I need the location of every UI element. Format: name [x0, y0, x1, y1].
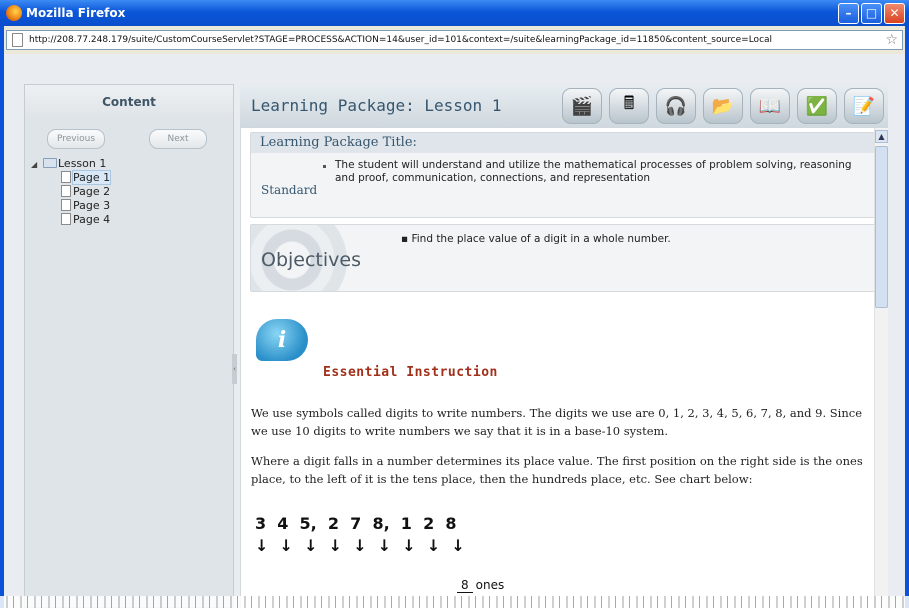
objective-text: Find the place value of a digit in a who… — [411, 233, 671, 245]
address-bar-container: http://208.77.248.179/suite/CustomCourse… — [4, 26, 905, 54]
objective-item: ▪ Find the place value of a digit in a w… — [401, 233, 671, 245]
ones-label: ones — [475, 578, 505, 592]
page-viewport: Content Previous Next ◢ Lesson 1 Page 1 P… — [4, 54, 905, 608]
bookmark-star-icon[interactable]: ☆ — [885, 31, 898, 49]
standard-text: The student will understand and utilize … — [335, 159, 852, 184]
maximize-button[interactable]: □ — [861, 3, 882, 24]
panel-splitter[interactable]: ‹ — [232, 354, 237, 384]
address-bar[interactable]: http://208.77.248.179/suite/CustomCourse… — [6, 30, 903, 50]
info-icon: i — [256, 319, 308, 361]
tree-item-lesson[interactable]: ◢ Lesson 1 — [31, 157, 110, 171]
tree-page-label: Page 2 — [73, 185, 111, 198]
previous-button[interactable]: Previous — [47, 129, 105, 149]
tree-item-page-4[interactable]: Page 4 — [31, 213, 110, 227]
notepad-icon[interactable]: 📝 — [844, 88, 884, 124]
tree-lesson-label: Lesson 1 — [58, 157, 107, 170]
tree-page-label: Page 4 — [73, 213, 111, 226]
bullet-icon — [323, 165, 326, 168]
ones-place-row: 8 ones — [457, 578, 504, 593]
page-doc-icon — [61, 213, 71, 225]
place-value-arrows: ↓ ↓ ↓ ↓ ↓ ↓ ↓ ↓ ↓ — [255, 536, 465, 555]
content-scrollbar[interactable]: ▲ — [874, 128, 888, 608]
calculator-icon[interactable]: 🖩 — [609, 88, 649, 124]
page-icon — [12, 33, 23, 47]
objectives-card: Objectives ▪ Find the place value of a d… — [250, 224, 880, 292]
content-sidebar: Content Previous Next ◢ Lesson 1 Page 1 P… — [24, 84, 234, 608]
standard-text-wrap: The student will understand and utilize … — [323, 159, 863, 185]
instruction-paragraph-2: Where a digit falls in a number determin… — [251, 454, 863, 486]
instruction-paragraph-1: We use symbols called digits to write nu… — [251, 406, 863, 438]
tree-item-page-2[interactable]: Page 2 — [31, 185, 110, 199]
lesson-tree: ◢ Lesson 1 Page 1 Page 2 Page 3 Page 4 — [31, 157, 112, 227]
close-button[interactable]: ✕ — [884, 3, 905, 24]
clapperboard-icon[interactable]: 🎬 — [562, 88, 602, 124]
sidebar-heading: Content — [25, 85, 233, 119]
place-value-number: 3 4 5, 2 7 8, 1 2 8 — [255, 514, 457, 533]
tree-page-label: Page 3 — [73, 199, 111, 212]
lesson-panel: Learning Package: Lesson 1 🎬 🖩 🎧 📂 📖 ✅ 📝… — [240, 84, 888, 608]
folder-icon[interactable]: 📂 — [703, 88, 743, 124]
browser-window: Mozilla Firefox – □ ✕ http://208.77.248.… — [0, 0, 909, 608]
ones-digit: 8 — [457, 578, 473, 593]
book-pdf-icon[interactable]: 📖 — [750, 88, 790, 124]
page-title: Learning Package: Lesson 1 — [251, 96, 502, 115]
tree-page-label: Page 1 — [71, 170, 112, 185]
firefox-icon — [6, 5, 22, 21]
window-title: Mozilla Firefox — [26, 6, 126, 20]
headphones-icon[interactable]: 🎧 — [656, 88, 696, 124]
torn-edge-graphic — [0, 596, 909, 608]
objectives-label: Objectives — [261, 249, 361, 271]
scrollbar-thumb[interactable] — [875, 146, 888, 308]
minimize-button[interactable]: – — [838, 3, 859, 24]
tree-item-page-1[interactable]: Page 1 — [31, 170, 112, 185]
scroll-up-icon[interactable]: ▲ — [875, 130, 888, 143]
url-text: http://208.77.248.179/suite/CustomCourse… — [29, 35, 773, 45]
tree-item-page-3[interactable]: Page 3 — [31, 199, 110, 213]
lesson-content: Learning Package Title: Standard The stu… — [240, 128, 888, 608]
package-title-label: Learning Package Title: — [251, 133, 879, 153]
page-doc-icon — [61, 199, 71, 211]
title-bar: Mozilla Firefox – □ ✕ — [0, 0, 909, 26]
lesson-header: Learning Package: Lesson 1 🎬 🖩 🎧 📂 📖 ✅ 📝 — [240, 84, 888, 128]
standard-label: Standard — [261, 183, 318, 197]
collapse-triangle-icon[interactable]: ◢ — [31, 158, 43, 172]
standard-card: Learning Package Title: Standard The stu… — [250, 132, 880, 218]
page-doc-icon — [61, 185, 71, 197]
tool-toolbar: 🎬 🖩 🎧 📂 📖 ✅ 📝 — [562, 88, 884, 124]
next-button[interactable]: Next — [149, 129, 207, 149]
essential-instruction-heading: Essential Instruction — [323, 365, 498, 380]
page-doc-icon — [61, 171, 71, 183]
folder-icon — [43, 158, 57, 168]
check-mail-icon[interactable]: ✅ — [797, 88, 837, 124]
